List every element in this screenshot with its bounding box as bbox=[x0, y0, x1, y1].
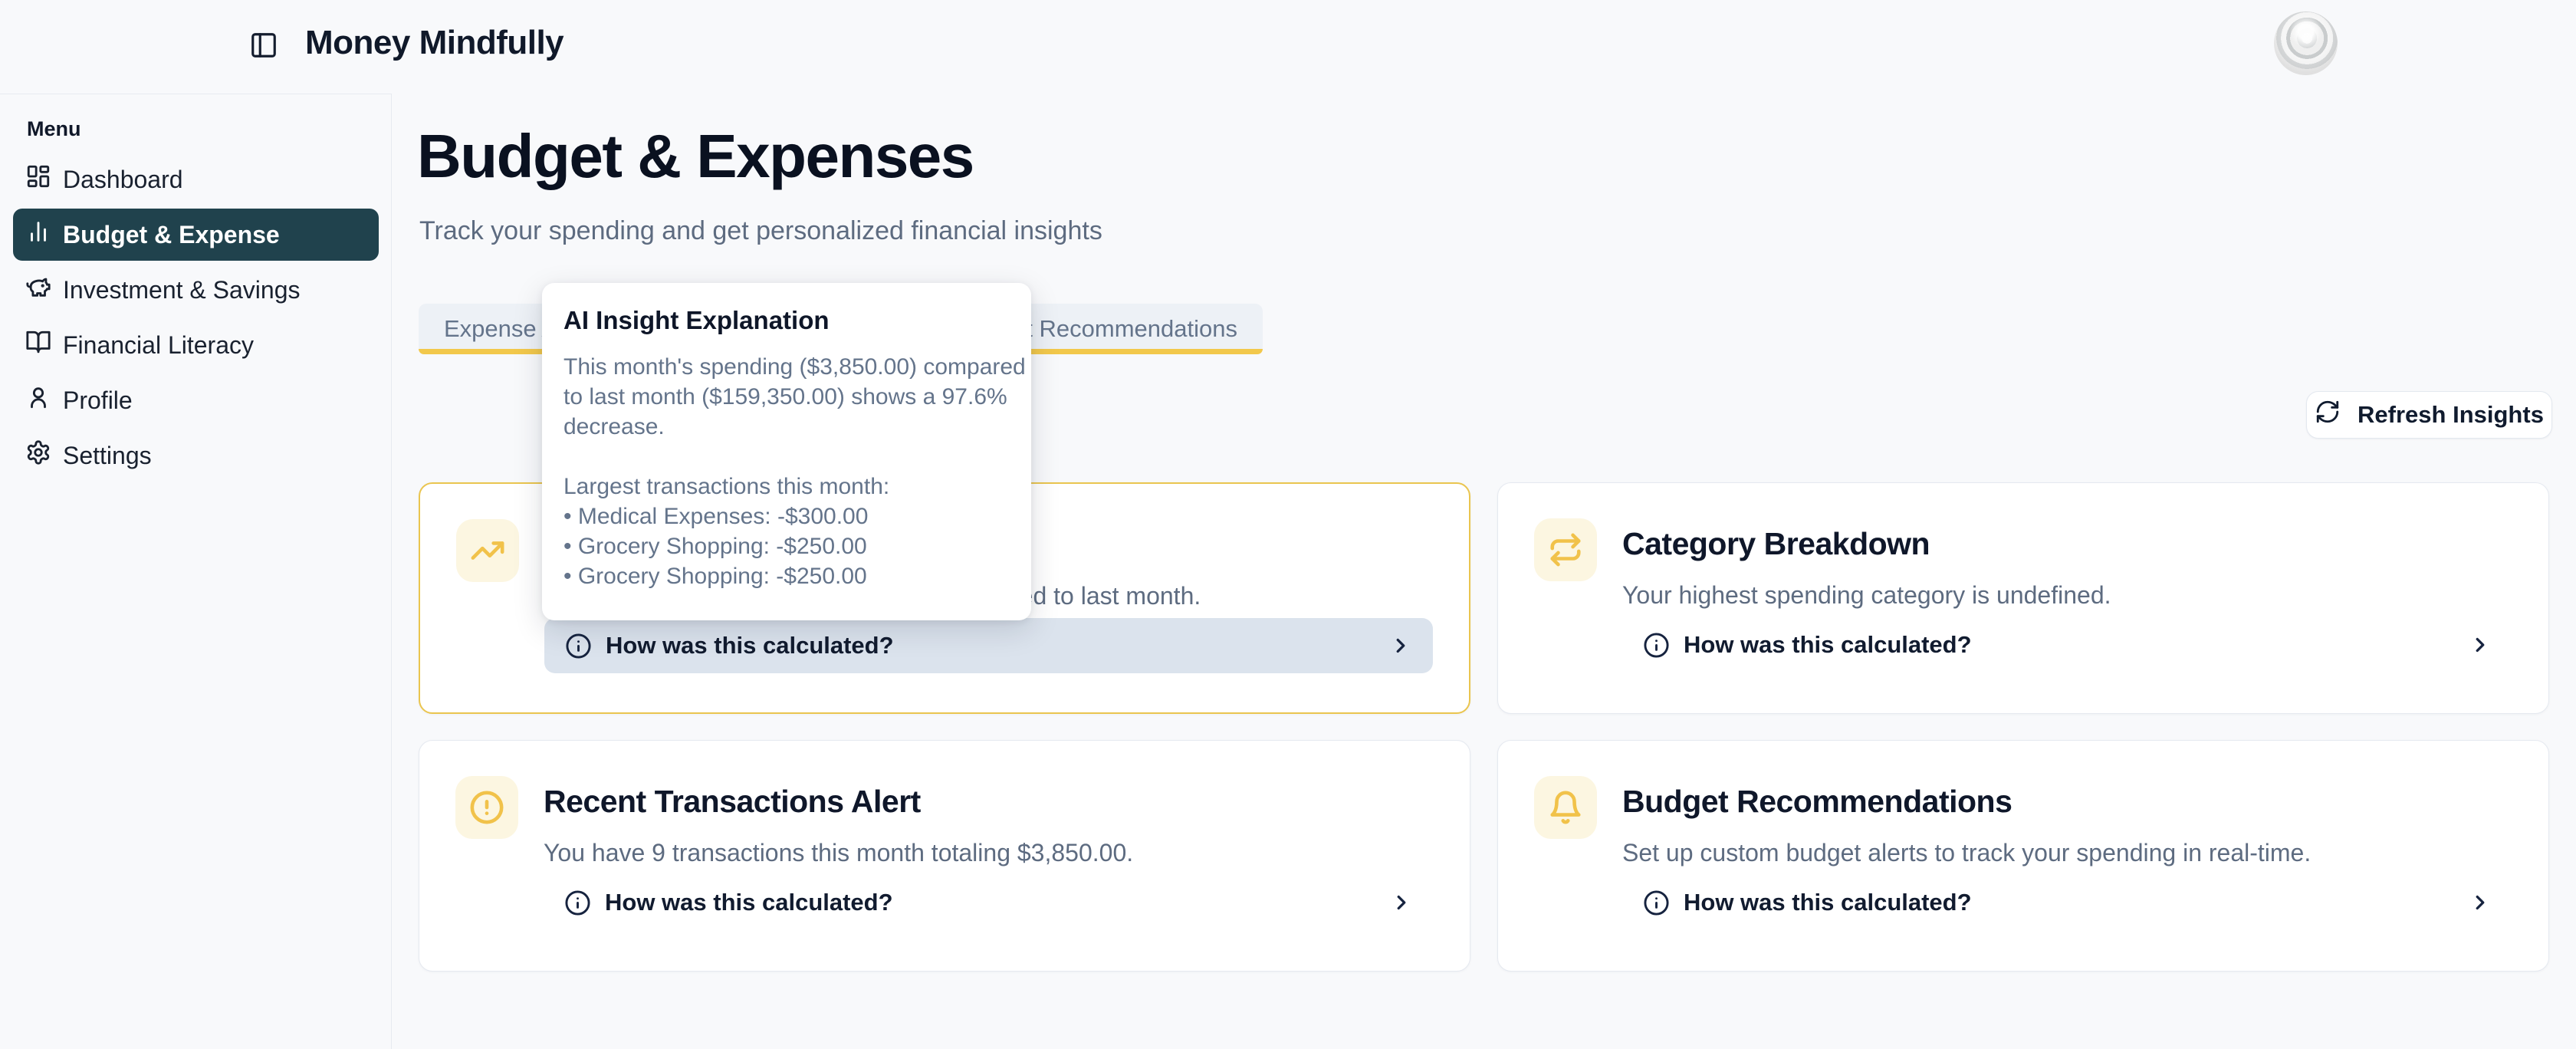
how-calculated-label: How was this calculated? bbox=[1684, 631, 1972, 659]
chevron-right-icon bbox=[1389, 634, 1412, 657]
piggy-bank-icon bbox=[25, 274, 63, 306]
trending-up-icon bbox=[456, 519, 519, 582]
chevron-right-icon bbox=[1390, 891, 1413, 914]
panel-left-icon bbox=[249, 31, 278, 62]
card-title: Category Breakdown bbox=[1622, 524, 2512, 563]
app-root: Money Mindfully Menu Dashboard Budget & … bbox=[0, 0, 2576, 1049]
user-avatar[interactable] bbox=[2274, 12, 2338, 75]
info-icon bbox=[565, 633, 592, 659]
tooltip-title: AI Insight Explanation bbox=[564, 306, 1010, 335]
app-title: Money Mindfully bbox=[305, 24, 564, 62]
tooltip-body: This month's spending ($3,850.00) compar… bbox=[564, 352, 1010, 591]
dashboard-icon bbox=[25, 163, 63, 196]
card-recent-transactions: Recent Transactions Alert You have 9 tra… bbox=[419, 740, 1470, 972]
card-content: Budget Recommendations Set up custom bud… bbox=[1622, 774, 2512, 930]
card-content: Recent Transactions Alert You have 9 tra… bbox=[544, 774, 1434, 930]
page-title: Budget & Expenses bbox=[417, 121, 974, 192]
sidebar-toggle-button[interactable] bbox=[244, 26, 284, 66]
chevron-right-icon bbox=[2469, 633, 2492, 656]
how-calculated-link[interactable]: How was this calculated? bbox=[544, 875, 1434, 930]
how-calculated-label: How was this calculated? bbox=[605, 889, 893, 916]
sidebar-item-label: Financial Literacy bbox=[63, 331, 254, 360]
sidebar-item-label: Dashboard bbox=[63, 166, 183, 194]
card-content: Category Breakdown Your highest spending… bbox=[1622, 517, 2512, 672]
card-budget-recommendations: Budget Recommendations Set up custom bud… bbox=[1497, 740, 2549, 972]
card-text: Set up custom budget alerts to track you… bbox=[1622, 837, 2512, 868]
how-calculated-link[interactable]: How was this calculated? bbox=[1622, 875, 2512, 930]
sidebar-nav: Dashboard Budget & Expense Investment & … bbox=[0, 153, 391, 482]
chevron-right-icon bbox=[2469, 891, 2492, 914]
user-icon bbox=[25, 384, 63, 416]
sidebar-item-label: Settings bbox=[63, 442, 152, 470]
page-subtitle: Track your spending and get personalized… bbox=[419, 216, 1102, 246]
card-text: Your highest spending category is undefi… bbox=[1622, 580, 2512, 610]
card-text: You have 9 transactions this month total… bbox=[544, 837, 1434, 868]
refresh-insights-button[interactable]: Refresh Insights bbox=[2306, 391, 2552, 439]
book-open-icon bbox=[25, 329, 63, 361]
gear-icon bbox=[25, 439, 63, 472]
info-icon bbox=[1643, 632, 1670, 659]
sidebar-item-budget-expense[interactable]: Budget & Expense bbox=[13, 209, 379, 261]
refresh-insights-label: Refresh Insights bbox=[2358, 401, 2544, 429]
sidebar-item-financial-literacy[interactable]: Financial Literacy bbox=[13, 319, 379, 371]
how-calculated-label: How was this calculated? bbox=[606, 632, 894, 659]
alert-circle-icon bbox=[455, 776, 518, 839]
bell-icon bbox=[1534, 776, 1597, 839]
sidebar-item-settings[interactable]: Settings bbox=[13, 429, 379, 482]
ai-insight-tooltip: AI Insight Explanation This month's spen… bbox=[542, 283, 1031, 620]
sidebar-item-profile[interactable]: Profile bbox=[13, 374, 379, 426]
info-icon bbox=[1643, 890, 1670, 916]
repeat-icon bbox=[1534, 518, 1597, 581]
sidebar-item-label: Investment & Savings bbox=[63, 276, 300, 304]
info-icon bbox=[564, 890, 591, 916]
how-calculated-link[interactable]: How was this calculated? bbox=[544, 618, 1433, 673]
refresh-icon bbox=[2315, 399, 2341, 431]
card-category-breakdown: Category Breakdown Your highest spending… bbox=[1497, 482, 2549, 714]
sidebar-menu-label: Menu bbox=[27, 117, 391, 141]
sidebar: Menu Dashboard Budget & Expense Investme… bbox=[0, 94, 392, 1049]
sidebar-item-label: Profile bbox=[63, 386, 133, 415]
card-title: Budget Recommendations bbox=[1622, 782, 2512, 820]
sidebar-item-dashboard[interactable]: Dashboard bbox=[13, 153, 379, 206]
bar-chart-icon bbox=[25, 219, 63, 251]
sidebar-item-label: Budget & Expense bbox=[63, 221, 280, 249]
card-title: Recent Transactions Alert bbox=[544, 782, 1434, 820]
how-calculated-label: How was this calculated? bbox=[1684, 889, 1972, 916]
how-calculated-link[interactable]: How was this calculated? bbox=[1622, 617, 2512, 672]
sidebar-item-investment-savings[interactable]: Investment & Savings bbox=[13, 264, 379, 316]
